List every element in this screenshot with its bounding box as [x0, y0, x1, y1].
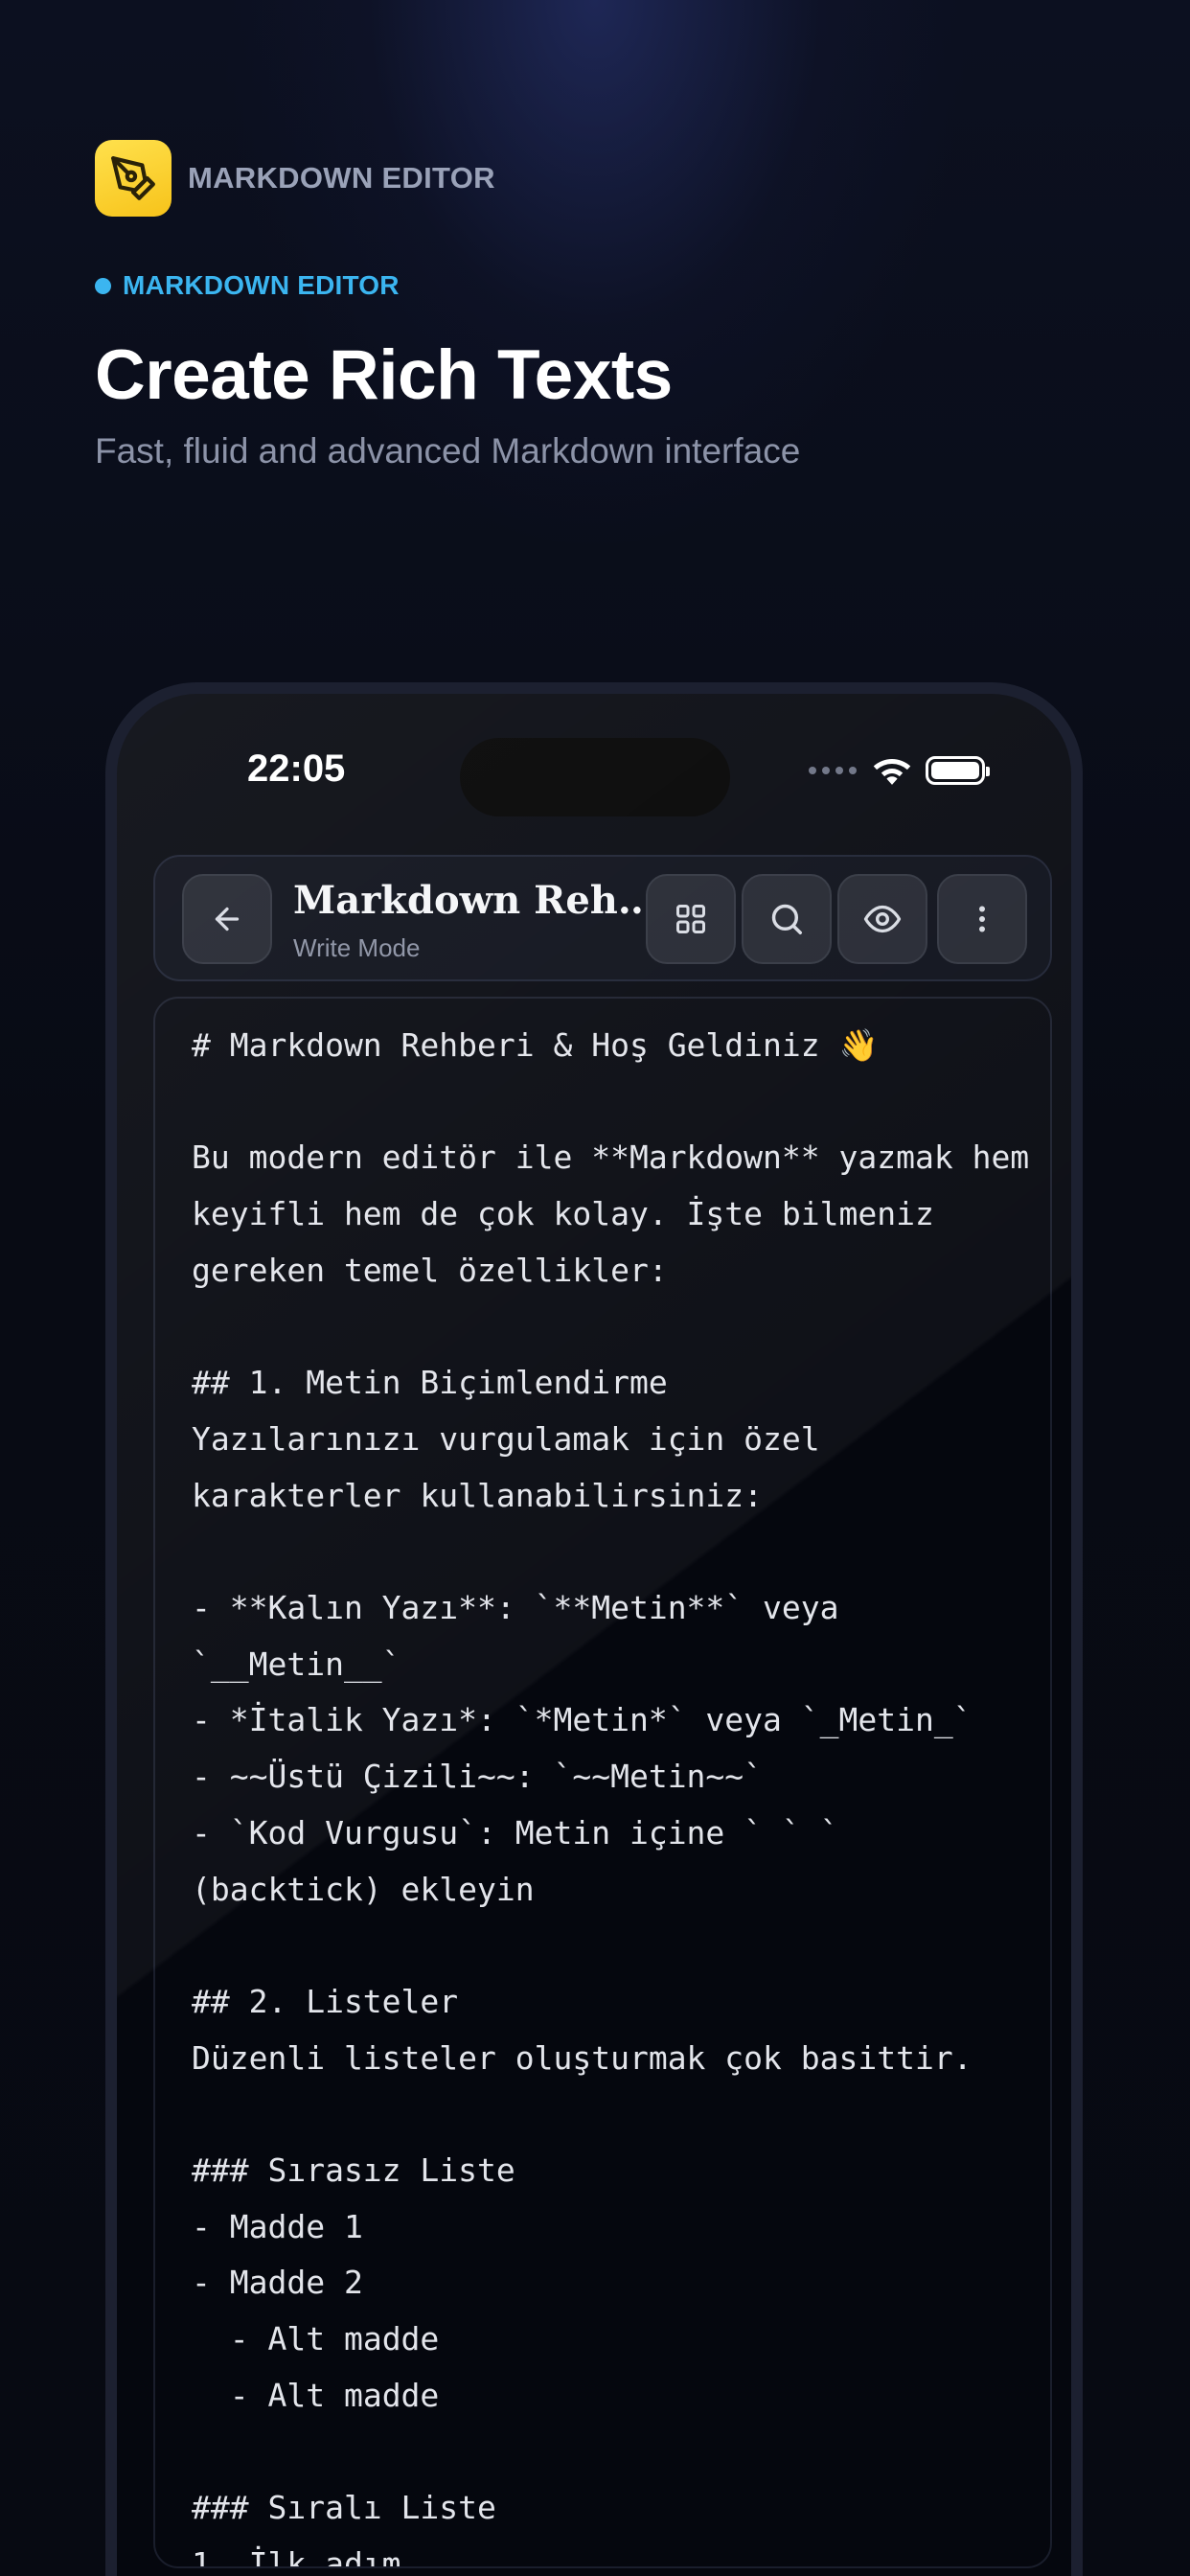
tagline: MARKDOWN EDITOR	[95, 270, 400, 301]
editor-toolbar: Markdown Rehberi & Hoş Geldiniz Write Mo…	[153, 855, 1052, 981]
phone-frame: 22:05 Markdown Rehb Write Mode # Markdow…	[105, 682, 1083, 2576]
dynamic-island	[460, 738, 730, 816]
markdown-editor[interactable]: # Markdown Rehberi & Hoş Geldiniz 👋 Bu m…	[153, 997, 1052, 2568]
editor-content[interactable]: # Markdown Rehberi & Hoş Geldiniz 👋 Bu m…	[192, 1018, 1035, 2566]
pen-nib-icon	[95, 140, 172, 217]
search-icon	[771, 904, 802, 934]
eye-icon	[863, 905, 902, 933]
preview-button[interactable]	[837, 874, 927, 964]
arrow-left-icon	[215, 907, 240, 932]
tagline-dot-icon	[95, 277, 111, 294]
tagline-text: MARKDOWN EDITOR	[123, 270, 400, 300]
headline: Create Rich Texts	[95, 336, 673, 414]
document-title: Markdown Rehberi & Hoş Geldiniz	[293, 878, 657, 923]
more-options-button[interactable]	[937, 874, 1027, 964]
subheadline: Fast, fluid and advanced Markdown interf…	[95, 431, 801, 471]
grid-icon	[676, 905, 705, 933]
battery-icon	[926, 756, 990, 785]
status-time: 22:05	[247, 748, 346, 790]
wifi-icon	[873, 759, 911, 785]
phone-screen: 22:05 Markdown Rehb Write Mode # Markdow…	[117, 694, 1071, 2576]
search-button[interactable]	[742, 874, 832, 964]
grid-view-button[interactable]	[646, 874, 736, 964]
back-button[interactable]	[182, 874, 272, 964]
status-bar: 22:05	[117, 694, 1071, 828]
editor-mode-label: Write Mode	[293, 933, 421, 962]
app-name: MARKDOWN EDITOR	[188, 161, 495, 195]
cellular-signal-icon	[809, 767, 857, 774]
status-icons	[809, 755, 990, 786]
more-vertical-icon	[979, 906, 985, 932]
brand: MARKDOWN EDITOR	[95, 140, 495, 217]
